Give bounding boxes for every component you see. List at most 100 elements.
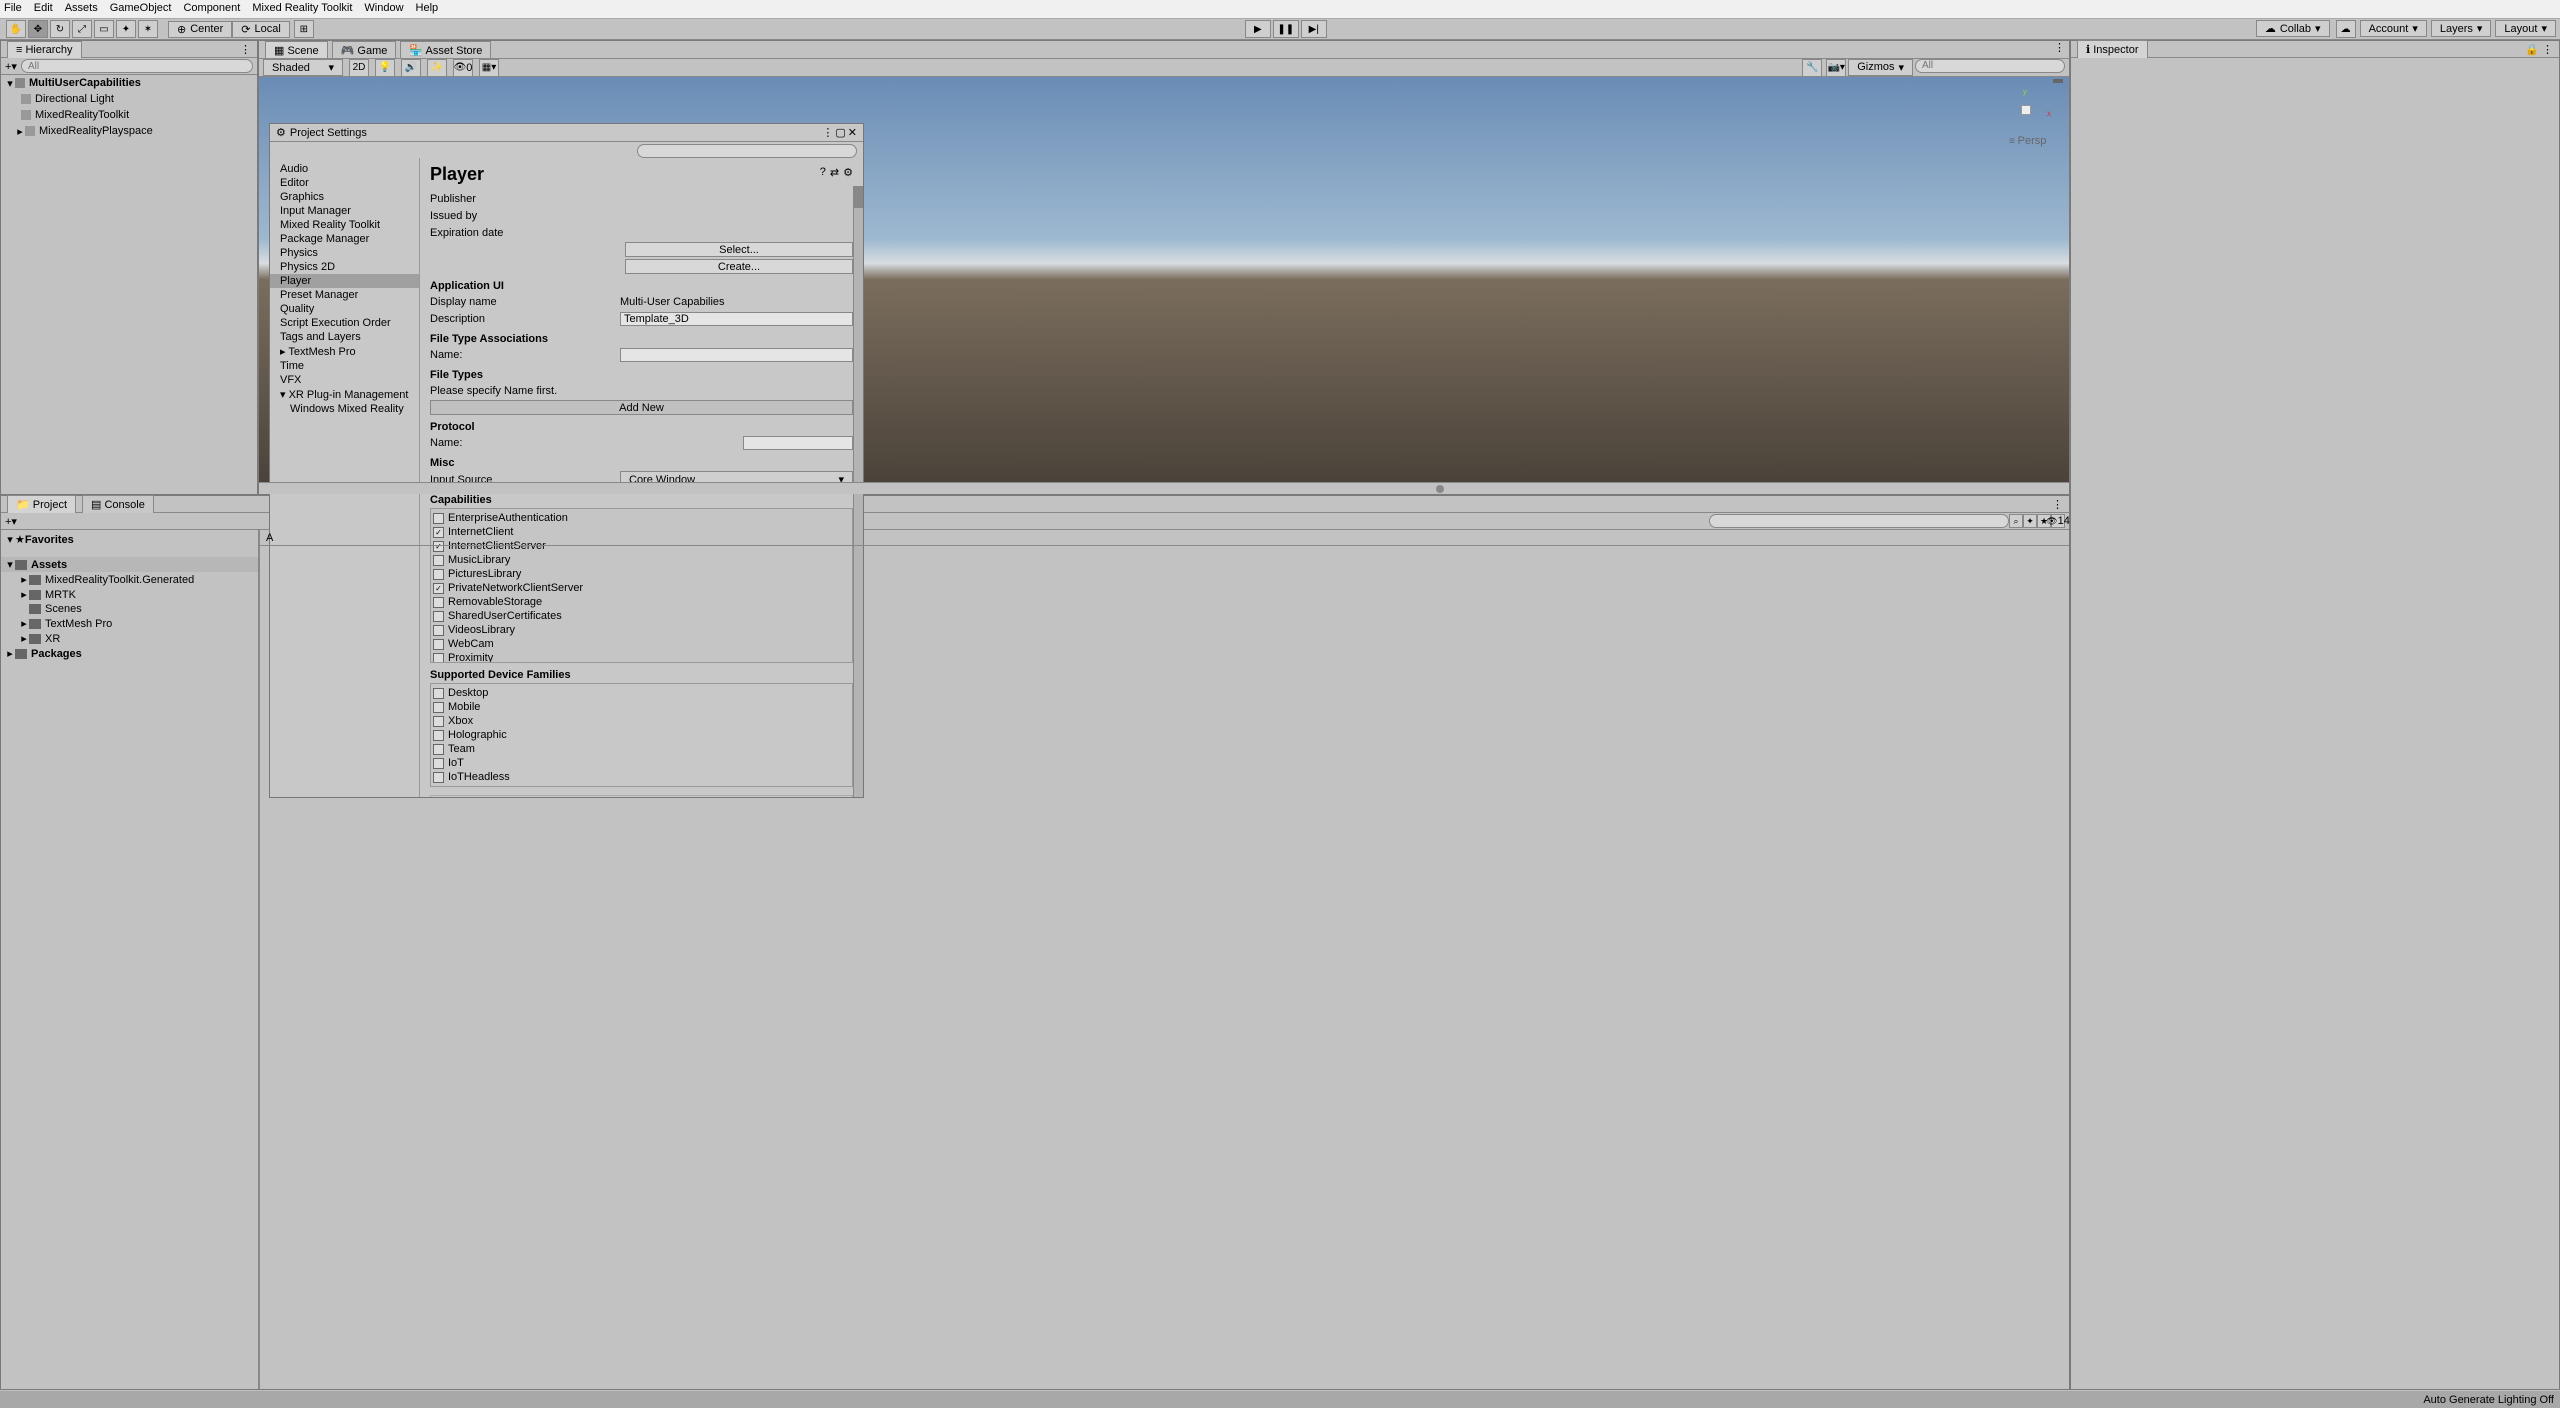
scene-search[interactable] <box>1915 59 2065 73</box>
menu-mrtk[interactable]: Mixed Reality Toolkit <box>252 2 352 16</box>
step-button[interactable]: ▶| <box>1301 20 1327 38</box>
folder-item[interactable]: XR <box>45 633 60 645</box>
local-global-toggle[interactable]: ⟳Local <box>232 21 290 38</box>
settings-cat-quality[interactable]: Quality <box>270 302 419 316</box>
menu-edit[interactable]: Edit <box>34 2 53 16</box>
play-button[interactable]: ▶ <box>1245 20 1271 38</box>
audio-toggle[interactable]: 🔊 <box>401 59 421 77</box>
menu-file[interactable]: File <box>4 2 22 16</box>
hierarchy-item[interactable]: Directional Light <box>35 93 114 105</box>
lighting-toggle[interactable]: 💡 <box>375 59 395 77</box>
settings-cat-tmp[interactable]: ▸ TextMesh Pro <box>270 344 419 359</box>
menu-gameobject[interactable]: GameObject <box>110 2 172 16</box>
pivot-center-toggle[interactable]: ⊕Center <box>168 21 232 38</box>
console-tab[interactable]: ▤ Console <box>82 495 154 513</box>
gear-icon[interactable]: ⚙ <box>843 166 853 179</box>
favorites-header[interactable]: Favorites <box>25 534 74 546</box>
settings-search[interactable] <box>637 144 857 158</box>
packages-folder[interactable]: Packages <box>31 648 82 660</box>
select-button[interactable]: Select... <box>625 242 853 257</box>
scene-root[interactable]: MultiUserCapabilities <box>29 77 141 89</box>
scale-tool[interactable]: ⤢ <box>72 20 92 38</box>
gizmos-dropdown[interactable]: Gizmos▾ <box>1848 59 1913 76</box>
hierarchy-item[interactable]: MixedRealityPlayspace <box>39 125 153 137</box>
account-dropdown[interactable]: Account▾ <box>2360 20 2427 37</box>
scene-hscroll[interactable] <box>259 482 2069 494</box>
move-tool[interactable]: ✥ <box>28 20 48 38</box>
menu-window[interactable]: Window <box>364 2 403 16</box>
hidden-count-icon[interactable]: 👁14 <box>2051 514 2065 528</box>
scene-viewport[interactable]: y x ≡ Persp ⚙ Project Settings ⋮ ▢ ✕ <box>259 77 2069 482</box>
assets-folder[interactable]: Assets <box>31 559 67 571</box>
maximise-icon[interactable] <box>2053 79 2063 83</box>
hand-tool[interactable]: ✋ <box>6 20 26 38</box>
hierarchy-search[interactable] <box>21 59 253 73</box>
assoc-name-input[interactable] <box>620 348 853 362</box>
settings-cat-physics2d[interactable]: Physics 2D <box>270 260 419 274</box>
settings-cat-script[interactable]: Script Execution Order <box>270 316 419 330</box>
fx-toggle[interactable]: ✨ <box>427 59 447 77</box>
addnew-button[interactable]: Add New <box>430 400 853 415</box>
settings-cat-mrtk[interactable]: Mixed Reality Toolkit <box>270 218 419 232</box>
pause-button[interactable]: ❚❚ <box>1273 20 1299 38</box>
collab-dropdown[interactable]: ☁Collab▾ <box>2256 20 2330 37</box>
2d-toggle[interactable]: 2D <box>349 59 369 77</box>
project-create-dropdown[interactable]: +▾ <box>5 515 17 528</box>
lock-icon[interactable]: 🔒 <box>2525 44 2539 56</box>
checkbox-icon[interactable] <box>433 513 444 524</box>
window-menu-icon[interactable]: ⋮ <box>822 126 833 139</box>
settings-cat-vfx[interactable]: VFX <box>270 373 419 387</box>
inspector-tab[interactable]: ℹ Inspector <box>2077 40 2148 58</box>
settings-cat-player[interactable]: Player <box>270 274 419 288</box>
settings-cat-preset[interactable]: Preset Manager <box>270 288 419 302</box>
layers-dropdown[interactable]: Layers▾ <box>2431 20 2492 37</box>
folder-item[interactable]: TextMesh Pro <box>45 618 112 630</box>
orientation-gizmo[interactable]: y x ≡ Persp <box>2003 87 2051 151</box>
project-content[interactable]: A <box>259 530 2069 1389</box>
custom-tool[interactable]: ✶ <box>138 20 158 38</box>
settings-cat-wmr[interactable]: Windows Mixed Reality <box>270 402 419 416</box>
capability-item[interactable]: EnterpriseAuthentication <box>433 511 850 525</box>
scene-tab[interactable]: ▦ Scene <box>265 41 328 58</box>
settings-cat-audio[interactable]: Audio <box>270 162 419 176</box>
create-dropdown[interactable]: +▾ <box>5 60 17 73</box>
settings-cat-xr[interactable]: ▾ XR Plug-in Management <box>270 387 419 402</box>
snap-toggle[interactable]: ⊞ <box>294 20 314 38</box>
shading-mode-dropdown[interactable]: Shaded▾ <box>263 59 343 76</box>
preset-icon[interactable]: ⇄ <box>830 166 839 179</box>
game-tab[interactable]: 🎮 Game <box>332 41 397 58</box>
hierarchy-item[interactable]: MixedRealityToolkit <box>35 109 129 121</box>
window-maximize-icon[interactable]: ▢ <box>835 126 845 139</box>
transform-tool[interactable]: ✦ <box>116 20 136 38</box>
project-search[interactable] <box>1709 514 2009 528</box>
description-input[interactable] <box>620 312 853 326</box>
filter-by-label-icon[interactable]: ✦ <box>2023 514 2037 528</box>
folder-item[interactable]: Scenes <box>45 603 82 615</box>
settings-cat-physics[interactable]: Physics <box>270 246 419 260</box>
cloud-icon[interactable]: ☁ <box>2336 20 2356 38</box>
breadcrumb[interactable]: A <box>266 532 273 543</box>
folder-item[interactable]: MixedRealityToolkit.Generated <box>45 574 194 586</box>
proto-name-input[interactable] <box>743 436 853 450</box>
tools-icon[interactable]: 🔧 <box>1802 59 1822 77</box>
help-icon[interactable]: ? <box>820 166 826 179</box>
hierarchy-tab[interactable]: ≡ Hierarchy <box>7 41 82 58</box>
settings-cat-graphics[interactable]: Graphics <box>270 190 419 204</box>
settings-cat-time[interactable]: Time <box>270 359 419 373</box>
grid-toggle[interactable]: ▦▾ <box>479 59 499 77</box>
create-button[interactable]: Create... <box>625 259 853 274</box>
menu-assets[interactable]: Assets <box>65 2 98 16</box>
folder-item[interactable]: MRTK <box>45 589 76 601</box>
asset-store-tab[interactable]: 🏪 Asset Store <box>400 41 491 58</box>
settings-cat-tags[interactable]: Tags and Layers <box>270 330 419 344</box>
rotate-tool[interactable]: ↻ <box>50 20 70 38</box>
menu-help[interactable]: Help <box>416 2 439 16</box>
project-tab[interactable]: 📁 Project <box>7 495 76 513</box>
hidden-toggle[interactable]: 👁0 <box>453 59 473 77</box>
settings-cat-editor[interactable]: Editor <box>270 176 419 190</box>
lighting-status[interactable]: Auto Generate Lighting Off <box>2423 1394 2554 1406</box>
settings-cat-package[interactable]: Package Manager <box>270 232 419 246</box>
rect-tool[interactable]: ▭ <box>94 20 114 38</box>
menu-component[interactable]: Component <box>183 2 240 16</box>
settings-cat-input[interactable]: Input Manager <box>270 204 419 218</box>
